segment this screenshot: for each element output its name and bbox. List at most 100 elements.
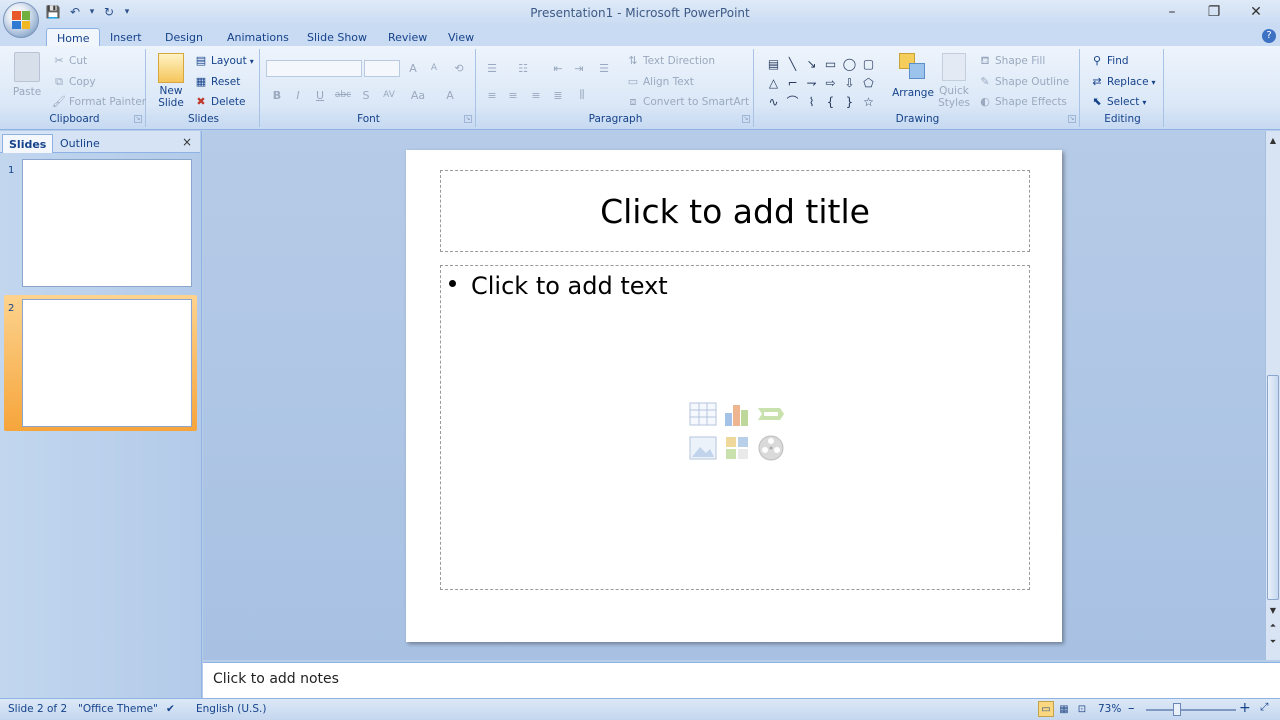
drawing-launcher-icon[interactable]: ↘ (1068, 115, 1076, 123)
cut-button[interactable]: ✂ Cut (52, 54, 87, 68)
tab-slide-show[interactable]: Slide Show (297, 28, 377, 47)
down-arrow-shape-icon[interactable]: ⇩ (840, 73, 859, 92)
tab-insert[interactable]: Insert (100, 28, 152, 47)
triangle-shape-icon[interactable]: △ (764, 73, 783, 92)
numbering-icon[interactable]: ☷ (514, 59, 532, 77)
grow-font-icon[interactable]: A (404, 59, 422, 77)
minimize-button[interactable]: – (1150, 0, 1194, 24)
columns-icon[interactable]: ⫼ (573, 86, 591, 104)
change-case-icon[interactable]: Aa (409, 86, 427, 104)
star-shape-icon[interactable]: ☆ (859, 92, 878, 111)
text-shadow-icon[interactable]: S (357, 86, 375, 104)
clipboard-launcher-icon[interactable]: ↘ (134, 115, 142, 123)
language[interactable]: English (U.S.) (196, 703, 266, 715)
font-name-combo[interactable] (266, 60, 362, 77)
shrink-font-icon[interactable]: A (425, 59, 443, 77)
tab-view[interactable]: View (438, 28, 484, 47)
arc-shape-icon[interactable]: ⌒ (783, 92, 802, 111)
shape-outline-button[interactable]: ✎ Shape Outline (978, 75, 1069, 89)
right-brace-shape-icon[interactable]: } (840, 92, 859, 111)
align-center-icon[interactable]: ≡ (504, 86, 522, 104)
restore-button[interactable]: ❐ (1192, 0, 1236, 24)
align-text-button[interactable]: ▭ Align Text (626, 75, 694, 89)
freeform-shape-icon[interactable]: ⌇ (802, 92, 821, 111)
notes-pane[interactable]: Click to add notes (203, 662, 1280, 698)
reset-button[interactable]: ▦ Reset (194, 75, 241, 89)
spell-check-icon[interactable]: ✔ (166, 703, 175, 715)
align-right-icon[interactable]: ≡ (527, 86, 545, 104)
zoom-in-icon[interactable]: + (1239, 700, 1251, 716)
tab-outline[interactable]: Outline (54, 134, 106, 153)
tab-animations[interactable]: Animations (217, 28, 299, 47)
insert-media-icon[interactable] (755, 432, 787, 464)
slide-show-view-icon[interactable]: ⊡ (1074, 701, 1090, 717)
delete-button[interactable]: ✖ Delete (194, 95, 245, 109)
convert-smartart-button[interactable]: ⧈ Convert to SmartArt (626, 95, 750, 109)
previous-slide-icon[interactable]: ⏶ (1266, 619, 1280, 633)
elbow-shape-icon[interactable]: ⇁ (802, 73, 821, 92)
insert-clip-art-icon[interactable] (721, 432, 753, 464)
justify-icon[interactable]: ≣ (549, 86, 567, 104)
tab-home[interactable]: Home (46, 28, 101, 47)
text-direction-button[interactable]: ⇅ Text Direction (626, 54, 715, 68)
italic-icon[interactable]: I (289, 86, 307, 104)
scrollbar-thumb[interactable] (1267, 375, 1279, 600)
font-color-icon[interactable]: A (441, 86, 459, 104)
rectangle-shape-icon[interactable]: ▭ (821, 54, 840, 73)
slide-sorter-view-icon[interactable]: ▦ (1056, 701, 1072, 717)
replace-button[interactable]: ⇄ Replace ▾ (1090, 75, 1155, 89)
normal-view-icon[interactable]: ▭ (1038, 701, 1054, 717)
oval-shape-icon[interactable]: ◯ (840, 54, 859, 73)
zoom-slider-knob[interactable] (1173, 703, 1181, 716)
underline-icon[interactable]: U (311, 86, 329, 104)
title-placeholder[interactable]: Click to add title (440, 170, 1030, 252)
vertical-scrollbar[interactable]: ▲ ▼ ⏶ ⏷ (1265, 131, 1280, 660)
font-launcher-icon[interactable]: ↘ (464, 115, 472, 123)
increase-indent-icon[interactable]: ⇥ (570, 59, 588, 77)
connector-shape-icon[interactable]: ⌐ (783, 73, 802, 92)
line-shape-icon[interactable]: ╲ (783, 54, 802, 73)
scroll-up-icon[interactable]: ▲ (1266, 133, 1280, 147)
arrow-line-shape-icon[interactable]: ↘ (802, 54, 821, 73)
slide-thumbnail-2[interactable] (22, 299, 192, 427)
clear-formatting-icon[interactable]: ⟲ (450, 59, 468, 77)
new-slide-button[interactable]: New Slide (153, 53, 189, 109)
close-button[interactable]: ✕ (1234, 0, 1278, 24)
arrange-button[interactable]: Arrange (892, 53, 934, 99)
copy-button[interactable]: ⧉ Copy (52, 75, 96, 89)
slide-thumbnail-1[interactable] (22, 159, 192, 287)
tab-review[interactable]: Review (378, 28, 437, 47)
paste-button[interactable]: Paste (10, 52, 44, 98)
quick-styles-button[interactable]: Quick Styles (936, 53, 972, 109)
bullets-icon[interactable]: ☰ (483, 59, 501, 77)
shape-fill-button[interactable]: ⛾ Shape Fill (978, 54, 1046, 68)
bold-icon[interactable]: B (268, 86, 286, 104)
tab-design[interactable]: Design (155, 28, 213, 47)
next-slide-icon[interactable]: ⏷ (1266, 635, 1280, 649)
find-button[interactable]: ⚲ Find (1090, 54, 1129, 68)
curve-shape-icon[interactable]: ∿ (764, 92, 783, 111)
close-icon[interactable]: × (182, 135, 192, 149)
strikethrough-icon[interactable]: abc (334, 86, 352, 104)
office-button[interactable] (3, 2, 39, 38)
zoom-level[interactable]: 73% (1098, 703, 1121, 715)
zoom-out-icon[interactable]: – (1128, 701, 1135, 716)
decrease-indent-icon[interactable]: ⇤ (549, 59, 567, 77)
shapes-gallery[interactable]: ▤ ╲ ↘ ▭ ◯ ▢ △ ⌐ ⇁ ⇨ ⇩ ⬠ ∿ ⌒ ⌇ { } ☆ (764, 54, 882, 111)
shape-effects-button[interactable]: ◐ Shape Effects (978, 95, 1067, 109)
line-spacing-icon[interactable]: ☰ (595, 59, 613, 77)
align-left-icon[interactable]: ≡ (483, 86, 501, 104)
help-icon[interactable]: ? (1262, 29, 1276, 43)
scroll-down-icon[interactable]: ▼ (1266, 603, 1280, 617)
pentagon-shape-icon[interactable]: ⬠ (859, 73, 878, 92)
insert-table-icon[interactable] (687, 398, 719, 430)
character-spacing-icon[interactable]: AV (380, 86, 398, 104)
layout-button[interactable]: ▤ Layout ▾ (194, 54, 254, 68)
font-size-combo[interactable] (364, 60, 400, 77)
fit-to-window-icon[interactable]: ⤢ (1260, 701, 1268, 714)
tab-slides[interactable]: Slides (2, 134, 54, 153)
textbox-shape-icon[interactable]: ▤ (764, 54, 783, 73)
right-arrow-shape-icon[interactable]: ⇨ (821, 73, 840, 92)
insert-chart-icon[interactable] (721, 398, 753, 430)
insert-picture-icon[interactable] (687, 432, 719, 464)
